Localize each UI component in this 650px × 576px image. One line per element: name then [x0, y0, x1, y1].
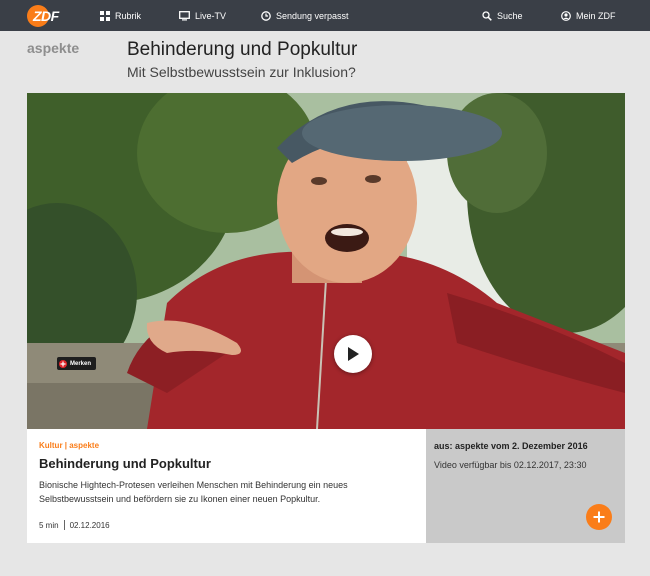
clip-date: 02.12.2016 [69, 520, 110, 530]
search-icon [482, 11, 492, 21]
availability-info: Video verfügbar bis 02.12.2017, 23:30 [434, 460, 587, 470]
clip-side-panel: aus: aspekte vom 2. Dezember 2016 Video … [426, 429, 625, 543]
nav-mein-zdf[interactable]: Mein ZDF [561, 9, 616, 23]
clip-title: Behinderung und Popkultur [39, 456, 211, 471]
video-thumbnail [27, 93, 625, 429]
nav-sendung-verpasst[interactable]: Sendung verpasst [261, 9, 349, 23]
plus-icon [593, 511, 605, 523]
page-title: Behinderung und Popkultur [127, 39, 358, 60]
grid-icon [100, 11, 110, 21]
clip-duration: 5 min [39, 520, 59, 530]
merken-label: Merken [70, 360, 92, 367]
clip-category[interactable]: Kultur | aspekte [39, 441, 99, 450]
page-subtitle: Mit Selbstbewusstsein zur Inklusion? [127, 64, 356, 80]
logo-text: ZDF [33, 8, 59, 24]
nav-mein-zdf-label: Mein ZDF [576, 11, 616, 21]
brand-link[interactable]: aspekte [27, 40, 79, 56]
play-button[interactable] [334, 335, 372, 373]
nav-live-tv[interactable]: Live-TV [179, 9, 226, 23]
tv-icon [179, 11, 190, 21]
zdf-logo[interactable]: ZDF [27, 5, 71, 27]
play-icon [348, 347, 359, 361]
meta-divider [63, 520, 65, 530]
merken-button[interactable]: Merken [57, 357, 97, 370]
clip-meta: 5 min 02.12.2016 [39, 520, 110, 530]
clock-icon [261, 11, 271, 21]
nav-sendung-verpasst-label: Sendung verpasst [276, 11, 349, 21]
nav-suche[interactable]: Suche [482, 9, 523, 23]
source-info: aus: aspekte vom 2. Dezember 2016 [434, 441, 588, 451]
nav-rubrik-label: Rubrik [115, 11, 142, 21]
nav-live-tv-label: Live-TV [195, 11, 227, 21]
top-navigation: ZDF Rubrik Live-TV Sendung verpasst Such… [0, 0, 650, 31]
add-button[interactable] [586, 504, 612, 530]
video-player[interactable]: Merken [27, 93, 625, 429]
clip-info: Kultur | aspekte Behinderung und Popkult… [27, 429, 426, 543]
user-icon [561, 11, 571, 21]
nav-suche-label: Suche [497, 11, 523, 21]
bookmark-icon [59, 359, 67, 368]
clip-description: Bionische Hightech-Protesen verleihen Me… [39, 480, 348, 504]
nav-rubrik[interactable]: Rubrik [100, 9, 141, 23]
